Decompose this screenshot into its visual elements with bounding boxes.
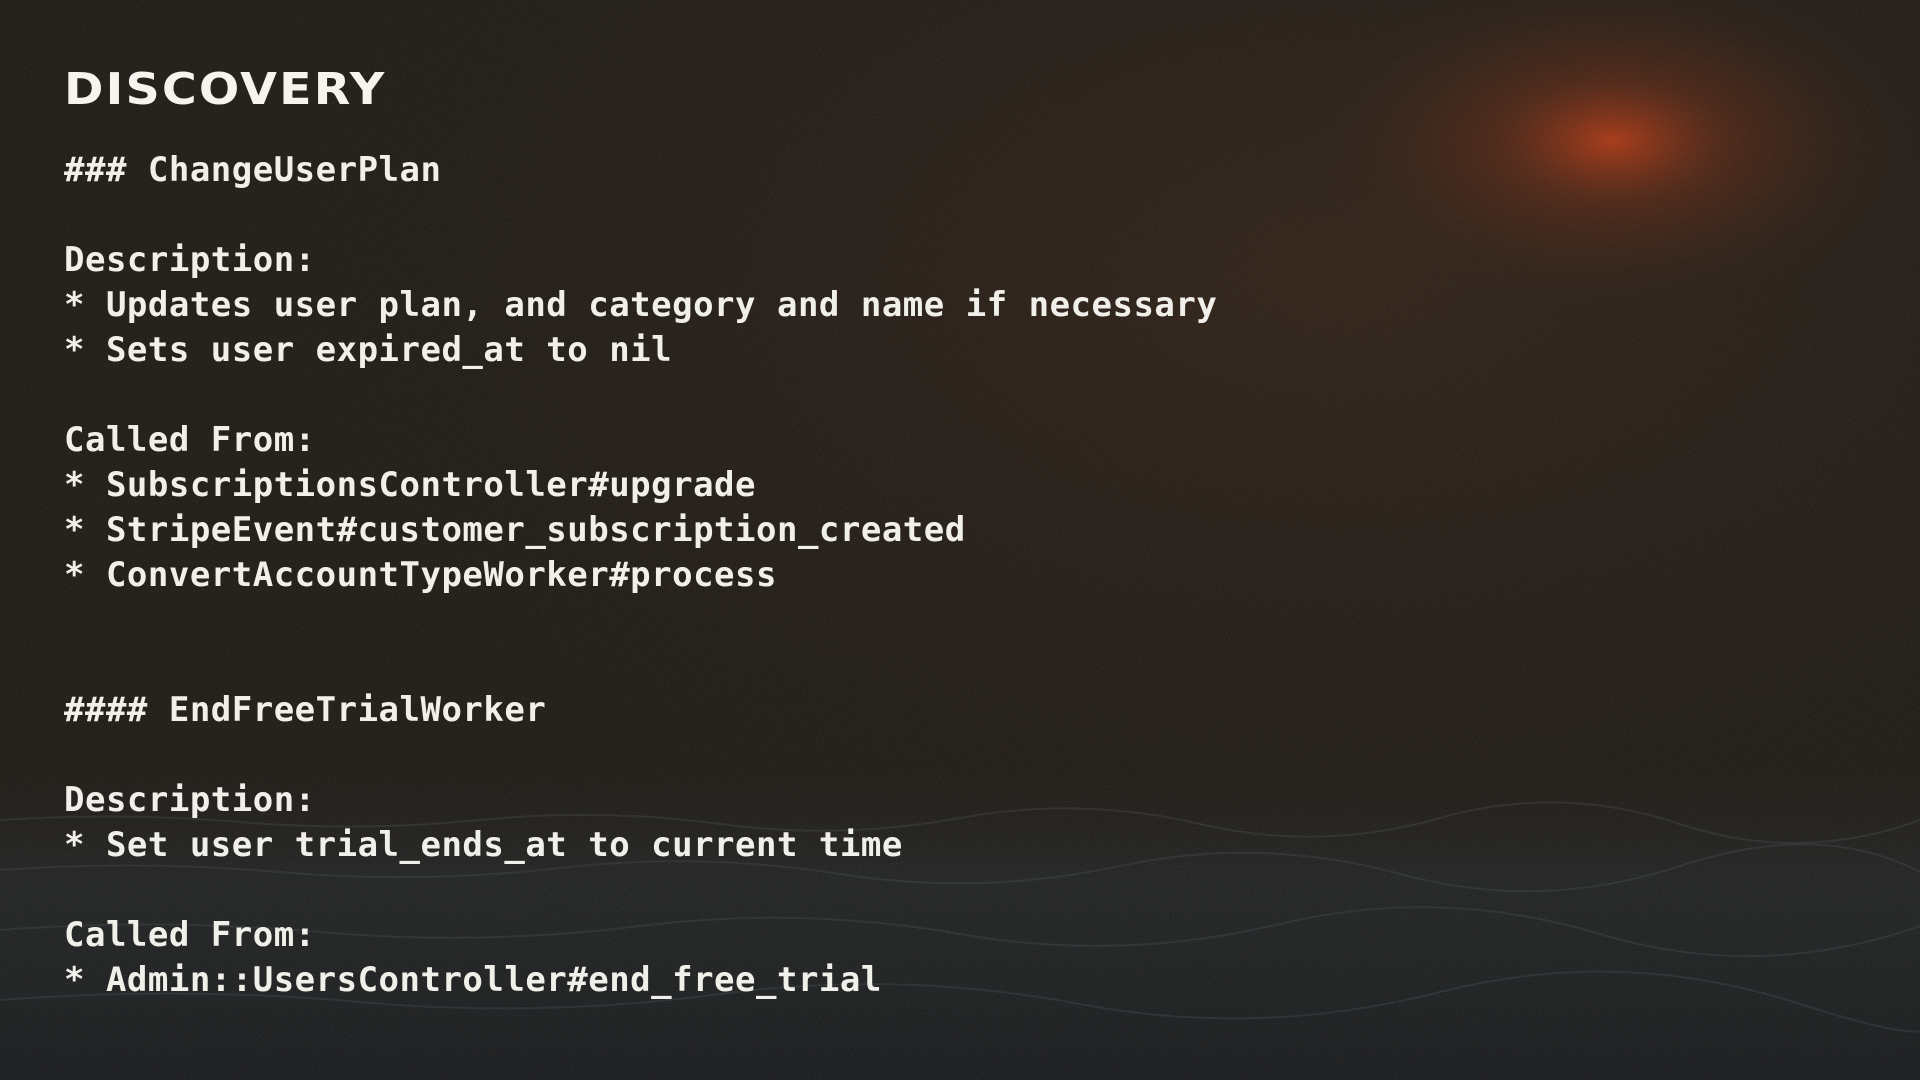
- description-item: * Sets user expired_at to nil: [64, 330, 673, 370]
- slide: DISCOVERY ### ChangeUserPlan Description…: [0, 0, 1920, 1080]
- called-from-item: * ConvertAccountTypeWorker#process: [64, 555, 777, 595]
- description-label: Description:: [64, 240, 316, 280]
- slide-title: DISCOVERY: [64, 64, 387, 115]
- description-label: Description:: [64, 780, 316, 820]
- called-from-item: * StripeEvent#customer_subscription_crea…: [64, 510, 966, 550]
- description-item: * Updates user plan, and category and na…: [64, 285, 1218, 325]
- description-item: * Set user trial_ends_at to current time: [64, 825, 903, 865]
- code-block: ### ChangeUserPlan Description: * Update…: [64, 148, 1864, 1003]
- called-from-item: * SubscriptionsController#upgrade: [64, 465, 757, 505]
- called-from-item: * Admin::UsersController#end_free_trial: [64, 960, 882, 1000]
- slide-content: DISCOVERY ### ChangeUserPlan Description…: [64, 66, 1864, 1003]
- called-from-label: Called From:: [64, 420, 316, 460]
- called-from-label: Called From:: [64, 915, 316, 955]
- section-heading: ### ChangeUserPlan: [64, 150, 442, 190]
- section-heading: #### EndFreeTrialWorker: [64, 690, 547, 730]
